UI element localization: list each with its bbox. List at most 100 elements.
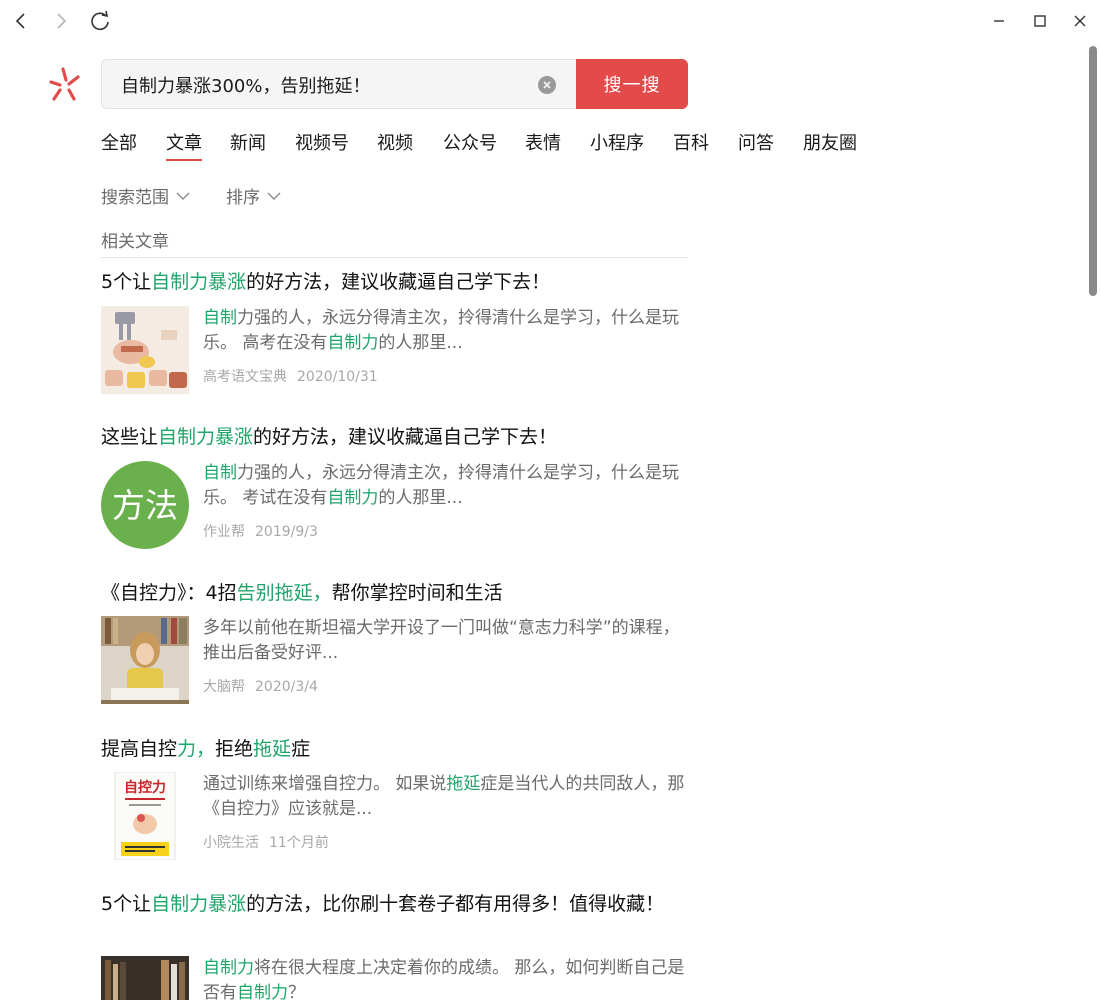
text-segment: 5个让 <box>101 893 152 915</box>
text-segment: 症 <box>291 738 311 760</box>
clear-search-button[interactable] <box>538 76 556 94</box>
scrollbar[interactable] <box>1086 42 1100 1000</box>
result-title[interactable]: 这些让自制力暴涨的好方法，建议收藏逼自己学下去！ <box>101 422 691 452</box>
highlighted-keyword: 拖延 <box>253 738 292 760</box>
result-source: 作业帮 <box>203 524 245 540</box>
section-heading: 相关文章 <box>101 232 169 252</box>
text-segment: ？ <box>288 983 305 1000</box>
refresh-button[interactable] <box>87 8 113 34</box>
title-bar <box>0 0 1100 42</box>
tab-all[interactable]: 全部 <box>101 129 137 159</box>
text-segment: 这些让 <box>101 426 159 448</box>
close-window-button[interactable] <box>1067 8 1093 34</box>
result-item[interactable]: 这些让自制力暴涨的好方法，建议收藏逼自己学下去！ 方法 自制力强的人，永远分得清… <box>101 422 691 549</box>
refresh-icon <box>91 10 109 31</box>
chevron-down-icon <box>267 192 281 200</box>
result-title[interactable]: 提高自控力，拒绝拖延症 <box>101 734 691 764</box>
result-thumbnail: 自控力 <box>101 772 189 860</box>
result-item[interactable]: 5个让自制力暴涨的好方法，建议收藏逼自己学下去！ 自制力强的人，永远分得清主次，… <box>101 267 691 394</box>
highlighted-keyword: 自制力 <box>203 958 254 978</box>
sort-filter-label: 排序 <box>226 188 260 208</box>
result-snippet: 自制力将在很大程度上决定着你的成绩。 那么，如何判断自己是否有自制力？ <box>203 956 688 1000</box>
scope-filter-dropdown[interactable]: 搜索范围 <box>101 183 191 208</box>
result-title[interactable]: 《自控力》：4招告别拖延，帮你掌控时间和生活 <box>101 578 691 608</box>
chevron-left-icon <box>15 13 25 29</box>
result-source: 小院生活 <box>203 835 259 851</box>
tab-channels[interactable]: 视频号 <box>295 129 349 159</box>
result-meta: 作业帮 2019/9/3 <box>203 521 318 541</box>
result-snippet: 通过训练来增强自控力。 如果说拖延症是当代人的共同敌人，那《自控力》应该就是..… <box>203 772 688 822</box>
result-title[interactable]: 5个让自制力暴涨的好方法，建议收藏逼自己学下去！ <box>101 267 691 297</box>
text-segment: 帮你掌控时间和生活 <box>331 582 503 604</box>
scrollbar-thumb[interactable] <box>1089 46 1097 296</box>
highlighted-keyword: 自制力暴涨 <box>151 893 247 915</box>
highlighted-keyword: 自制力暴涨 <box>151 271 247 293</box>
text-segment: 的好方法，建议收藏逼自己学下去！ <box>246 271 551 293</box>
result-thumbnail: 方法 <box>101 461 189 549</box>
result-source: 高考语文宝典 <box>203 369 287 385</box>
result-source: 大脑帮 <box>203 679 245 695</box>
text-segment: 《自控力》：4招 <box>101 582 237 604</box>
maximize-button[interactable] <box>1027 8 1053 34</box>
text-segment: 多年以前他在斯坦福大学开设了一门叫做“意志力科学”的课程，推出后备受好评... <box>203 618 680 663</box>
text-segment: 的人那里... <box>378 488 463 508</box>
forward-button[interactable] <box>48 8 74 34</box>
search-logo-icon <box>49 67 80 101</box>
result-thumbnail <box>101 616 189 704</box>
divider <box>101 257 688 258</box>
result-snippet: 多年以前他在斯坦福大学开设了一门叫做“意志力科学”的课程，推出后备受好评... <box>203 616 688 666</box>
text-segment: 的方法，比你刷十套卷子都有用得多！值得收藏！ <box>246 893 665 915</box>
result-thumbnail <box>101 306 189 394</box>
tab-news[interactable]: 新闻 <box>230 129 266 159</box>
result-snippet: 自制力强的人，永远分得清主次，拎得清什么是学习，什么是玩乐。 高考在没有自制力的… <box>203 306 688 356</box>
thumbnail-text: 自控力 <box>124 779 166 796</box>
search-input[interactable]: 自制力暴涨300%，告别拖延！ <box>101 59 577 109</box>
maximize-icon <box>1034 15 1046 27</box>
back-button[interactable] <box>8 8 34 34</box>
tab-articles[interactable]: 文章 <box>166 129 202 161</box>
chevron-right-icon <box>57 13 67 29</box>
highlighted-keyword: 自制 <box>203 463 237 483</box>
text-segment: 的好方法，建议收藏逼自己学下去！ <box>253 426 558 448</box>
sort-filter-dropdown[interactable]: 排序 <box>226 183 282 208</box>
tab-mini-programs[interactable]: 小程序 <box>590 129 644 159</box>
result-title[interactable]: 5个让自制力暴涨的方法，比你刷十套卷子都有用得多！值得收藏！ <box>101 889 671 919</box>
minimize-button[interactable] <box>986 8 1012 34</box>
result-date: 2019/9/3 <box>255 524 318 540</box>
result-thumbnail <box>101 956 189 1000</box>
tab-videos[interactable]: 视频 <box>377 129 413 159</box>
result-date: 11个月前 <box>269 835 329 851</box>
highlighted-keyword: 自制力 <box>327 333 379 353</box>
tab-stickers[interactable]: 表情 <box>525 129 561 159</box>
tab-encyclopedia[interactable]: 百科 <box>673 129 709 159</box>
text-segment: 拒绝 <box>215 738 254 760</box>
text-segment: 的人那里... <box>378 333 463 353</box>
result-item[interactable]: 5个让自制力暴涨的方法，比你刷十套卷子都有用得多！值得收藏！ 自制力将在很大程度… <box>101 889 691 1000</box>
highlighted-keyword: 自制力暴涨 <box>158 426 254 448</box>
result-date: 2020/3/4 <box>255 679 318 695</box>
highlighted-keyword: 自制力 <box>237 983 288 1000</box>
minimize-icon <box>994 20 1004 22</box>
highlighted-keyword: 力， <box>177 738 216 760</box>
tab-official-accounts[interactable]: 公众号 <box>443 129 497 159</box>
result-meta: 小院生活 11个月前 <box>203 832 329 852</box>
clear-icon <box>543 81 551 89</box>
tab-moments[interactable]: 朋友圈 <box>803 129 857 159</box>
result-item[interactable]: 《自控力》：4招告别拖延，帮你掌控时间和生活 多年以前他在斯坦福大学开设了一门叫… <box>101 578 691 704</box>
text-segment: 5个让 <box>101 271 152 293</box>
result-snippet: 自制力强的人，永远分得清主次，拎得清什么是学习，什么是玩乐。 考试在没有自制力的… <box>203 461 688 511</box>
scope-filter-label: 搜索范围 <box>101 188 169 208</box>
highlighted-keyword: 拖延 <box>446 774 481 794</box>
result-meta: 高考语文宝典 2020/10/31 <box>203 366 378 386</box>
highlighted-keyword: 告别拖延， <box>236 582 332 604</box>
result-item[interactable]: 提高自控力，拒绝拖延症 自控力 通过训练来增强自控力。 如果说拖延症是当代人的共… <box>101 734 691 860</box>
text-segment: 通过训练来增强自控力。 如果说 <box>203 774 447 794</box>
highlighted-keyword: 自制 <box>203 308 237 328</box>
search-query-text: 自制力暴涨300%，告别拖延！ <box>121 76 371 97</box>
result-date: 2020/10/31 <box>297 369 378 385</box>
highlighted-keyword: 自制力 <box>327 488 379 508</box>
search-button[interactable]: 搜一搜 <box>576 59 688 109</box>
thumbnail-text: 方法 <box>112 486 178 525</box>
tab-qa[interactable]: 问答 <box>738 129 774 159</box>
text-segment: 提高自控 <box>101 738 178 760</box>
